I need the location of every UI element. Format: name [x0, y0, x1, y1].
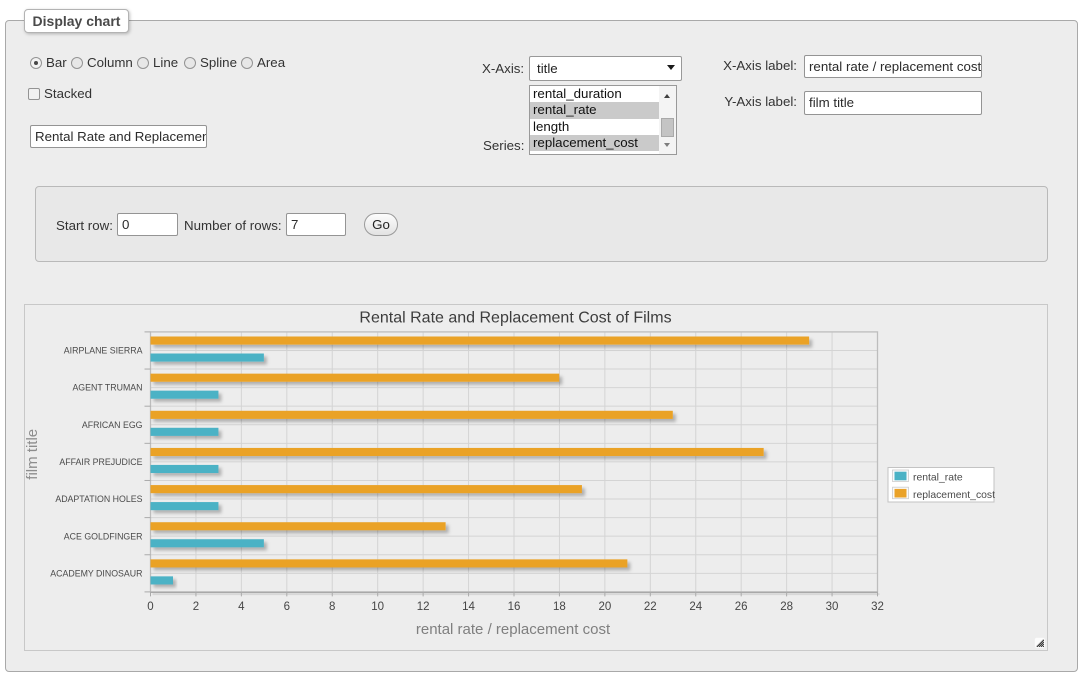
svg-text:14: 14 [462, 601, 475, 613]
svg-text:rental_rate: rental_rate [913, 472, 963, 483]
svg-text:30: 30 [826, 601, 839, 613]
svg-text:24: 24 [689, 601, 702, 613]
svg-text:replacement_cost: replacement_cost [913, 490, 995, 501]
svg-text:8: 8 [329, 601, 335, 613]
svg-text:2: 2 [193, 601, 199, 613]
svg-text:AGENT TRUMAN: AGENT TRUMAN [72, 383, 142, 393]
svg-text:6: 6 [284, 601, 290, 613]
svg-text:0: 0 [147, 601, 153, 613]
svg-text:AFFAIR PREJUDICE: AFFAIR PREJUDICE [59, 457, 142, 467]
svg-text:rental rate / replacement cost: rental rate / replacement cost [416, 621, 611, 638]
svg-text:18: 18 [553, 601, 566, 613]
svg-text:ACE GOLDFINGER: ACE GOLDFINGER [64, 531, 143, 541]
svg-text:Rental Rate and Replacement Co: Rental Rate and Replacement Cost of Film… [359, 309, 671, 326]
svg-text:4: 4 [238, 601, 245, 613]
svg-text:22: 22 [644, 601, 657, 613]
svg-text:AIRPLANE SIERRA: AIRPLANE SIERRA [64, 346, 143, 356]
svg-text:12: 12 [417, 601, 430, 613]
svg-text:AFRICAN EGG: AFRICAN EGG [82, 420, 143, 430]
svg-text:ADAPTATION HOLES: ADAPTATION HOLES [55, 494, 142, 504]
svg-text:ACADEMY DINOSAUR: ACADEMY DINOSAUR [50, 568, 142, 578]
svg-text:26: 26 [735, 601, 748, 613]
svg-text:28: 28 [780, 601, 793, 613]
svg-text:film title: film title [24, 429, 41, 480]
svg-text:10: 10 [371, 601, 384, 613]
svg-text:32: 32 [871, 601, 884, 613]
svg-text:16: 16 [508, 601, 521, 613]
svg-text:20: 20 [598, 601, 611, 613]
